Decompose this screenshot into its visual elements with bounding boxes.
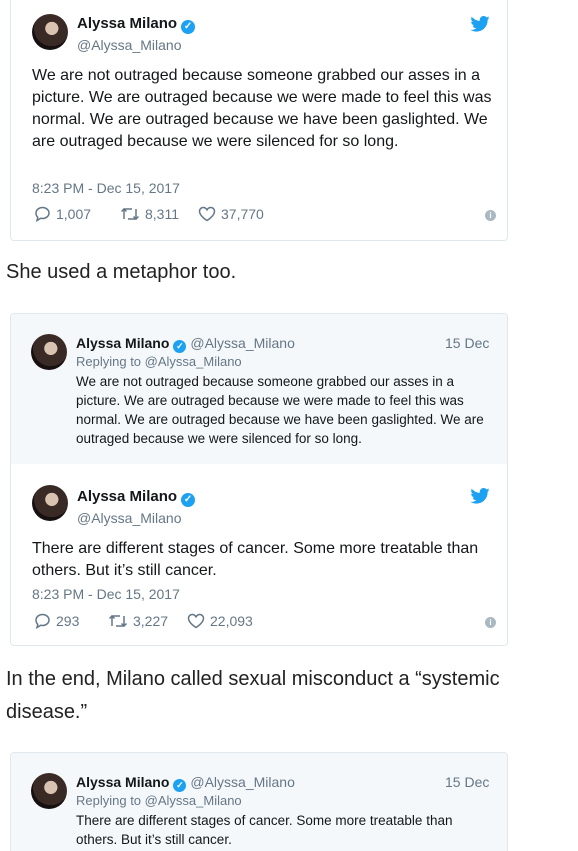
verified-icon: ✓ xyxy=(181,20,196,34)
tweet-actions: 1,007 8,311 37,770 i xyxy=(32,206,496,226)
reply-button[interactable]: 293 xyxy=(34,613,79,629)
article-paragraph: She used a metaphor too. xyxy=(6,261,237,283)
like-button[interactable]: 22,093 xyxy=(187,613,253,629)
twitter-bird-icon[interactable] xyxy=(470,488,490,504)
author-handle[interactable]: @Alyssa_Milano xyxy=(77,510,181,526)
author-handle[interactable]: @Alyssa_Milano xyxy=(77,37,181,53)
info-icon[interactable]: i xyxy=(485,617,496,628)
quoted-text: There are different stages of cancer. So… xyxy=(76,813,453,847)
avatar[interactable] xyxy=(31,334,67,370)
tweet-card: Alyssa Milano ✓ @Alyssa_Milano We are not… xyxy=(10,0,508,241)
avatar[interactable] xyxy=(32,485,68,521)
verified-icon: ✓ xyxy=(173,340,187,353)
author-name[interactable]: Alyssa Milano ✓ xyxy=(77,488,196,507)
quoted-text: We are not outraged because someone grab… xyxy=(76,374,484,446)
tweet-actions: 293 3,227 22,093 i xyxy=(32,613,496,633)
quoted-tweet[interactable]: Alyssa Milano ✓ @Alyssa_Milano 15 Dec Repl… xyxy=(11,314,507,464)
quoted-tweet[interactable]: Alyssa Milano ✓ @Alyssa_Milano 15 Dec Repl… xyxy=(11,753,507,851)
tweet-timestamp[interactable]: 8:23 PM - Dec 15, 2017 xyxy=(32,180,180,196)
quoted-author[interactable]: Alyssa Milano ✓ @Alyssa_Milano xyxy=(76,774,295,792)
author-name[interactable]: Alyssa Milano ✓ xyxy=(77,15,196,34)
retweet-icon xyxy=(108,614,128,628)
tweet-card: Alyssa Milano ✓ @Alyssa_Milano 15 Dec Repl… xyxy=(10,313,508,646)
verified-icon: ✓ xyxy=(173,779,187,792)
replying-to[interactable]: Replying to @Alyssa_Milano xyxy=(76,354,242,369)
reply-icon xyxy=(35,613,50,629)
quoted-author[interactable]: Alyssa Milano ✓ @Alyssa_Milano xyxy=(76,335,295,353)
tweet-text: There are different stages of cancer. So… xyxy=(32,540,479,579)
like-button[interactable]: 37,770 xyxy=(198,206,264,222)
info-icon[interactable]: i xyxy=(485,210,496,221)
replying-to[interactable]: Replying to @Alyssa_Milano xyxy=(76,793,242,808)
tweet-card: Alyssa Milano ✓ @Alyssa_Milano 15 Dec Repl… xyxy=(10,752,508,851)
twitter-bird-icon[interactable] xyxy=(470,16,490,32)
avatar[interactable] xyxy=(31,773,67,809)
avatar[interactable] xyxy=(32,14,68,50)
article-paragraph: In the end, Milano called sexual miscond… xyxy=(6,668,500,723)
verified-icon: ✓ xyxy=(181,493,196,507)
quoted-date[interactable]: 15 Dec xyxy=(445,335,489,351)
heart-icon xyxy=(187,613,205,629)
tweet-timestamp[interactable]: 8:23 PM - Dec 15, 2017 xyxy=(32,586,180,602)
tweet-text: We are not outraged because someone grab… xyxy=(32,67,492,150)
reply-icon xyxy=(35,206,50,222)
retweet-icon xyxy=(120,207,140,221)
quoted-date[interactable]: 15 Dec xyxy=(445,774,489,790)
heart-icon xyxy=(198,206,216,222)
retweet-button[interactable]: 3,227 xyxy=(108,613,168,629)
reply-button[interactable]: 1,007 xyxy=(34,206,91,222)
retweet-button[interactable]: 8,311 xyxy=(120,206,179,222)
